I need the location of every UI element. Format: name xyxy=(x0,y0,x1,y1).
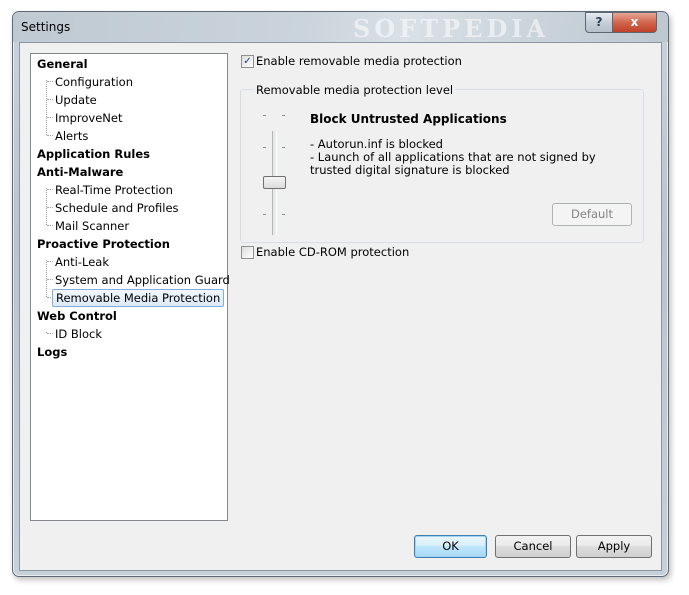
tree-item-application-rules[interactable]: Application Rules xyxy=(37,146,150,162)
tree-line xyxy=(47,117,53,118)
enable-cdrom-label[interactable]: Enable CD-ROM protection xyxy=(256,245,409,259)
settings-tree[interactable]: General Configuration Update ImproveNet … xyxy=(30,53,230,521)
slider-tick xyxy=(263,115,266,116)
tree-line xyxy=(47,207,53,208)
tree-line xyxy=(46,80,47,135)
dialog-client-area: General Configuration Update ImproveNet … xyxy=(19,42,662,571)
tree-line xyxy=(47,279,53,280)
tree-line xyxy=(47,261,53,262)
protection-level-slider-thumb[interactable] xyxy=(263,176,286,189)
window-title: Settings xyxy=(21,20,71,34)
tree-item-real-time-protection[interactable]: Real-Time Protection xyxy=(55,182,173,198)
tree-line xyxy=(47,99,53,100)
tree-item-logs[interactable]: Logs xyxy=(37,344,67,360)
watermark: SOFTPEDIA xyxy=(353,14,550,43)
close-button[interactable]: x xyxy=(612,12,657,33)
slider-tick xyxy=(282,214,285,215)
tree-line xyxy=(47,135,53,136)
ok-button[interactable]: OK xyxy=(414,535,487,558)
level-description-line: - Launch of all applications that are no… xyxy=(310,150,596,177)
tree-item-removable-media-protection[interactable]: Removable Media Protection xyxy=(52,289,225,307)
level-title: Block Untrusted Applications xyxy=(310,112,507,126)
tree-line xyxy=(47,225,53,226)
slider-tick xyxy=(263,214,266,215)
slider-tick xyxy=(263,147,266,148)
tree-line xyxy=(47,189,53,190)
help-button[interactable]: ? xyxy=(585,12,612,33)
tree-item-anti-leak[interactable]: Anti-Leak xyxy=(55,254,109,270)
protection-level-group-title: Removable media protection level xyxy=(254,83,456,97)
enable-cdrom-checkbox[interactable] xyxy=(241,246,254,259)
tree-item-proactive-protection[interactable]: Proactive Protection xyxy=(37,236,170,252)
default-button[interactable]: Default xyxy=(552,203,632,226)
tree-item-alerts[interactable]: Alerts xyxy=(55,128,88,144)
level-description: - Autorun.inf is blocked - Launch of all… xyxy=(310,138,640,177)
slider-tick xyxy=(282,115,285,116)
tree-item-general[interactable]: General xyxy=(37,56,88,72)
cancel-button[interactable]: Cancel xyxy=(495,535,571,558)
tree-item-web-control[interactable]: Web Control xyxy=(37,308,117,324)
tree-item-system-and-application-guard[interactable]: System and Application Guard xyxy=(55,272,230,288)
enable-removable-label[interactable]: Enable removable media protection xyxy=(256,54,462,68)
tree-item-id-block[interactable]: ID Block xyxy=(55,326,102,342)
tree-item-anti-malware[interactable]: Anti-Malware xyxy=(37,164,123,180)
apply-button[interactable]: Apply xyxy=(576,535,652,558)
settings-window: Settings SOFTPEDIA ? x General Configura… xyxy=(12,11,669,577)
tree-item-update[interactable]: Update xyxy=(55,92,97,108)
title-bar[interactable]: Settings SOFTPEDIA ? x xyxy=(13,12,668,43)
tree-item-improvenet[interactable]: ImproveNet xyxy=(55,110,122,126)
tree-item-schedule-and-profiles[interactable]: Schedule and Profiles xyxy=(55,200,179,216)
tree-line xyxy=(47,333,53,334)
tree-line xyxy=(47,81,53,82)
tree-item-configuration[interactable]: Configuration xyxy=(55,74,133,90)
slider-tick xyxy=(282,147,285,148)
enable-removable-checkbox[interactable]: ✓ xyxy=(241,55,254,68)
tree-item-mail-scanner[interactable]: Mail Scanner xyxy=(55,218,129,234)
